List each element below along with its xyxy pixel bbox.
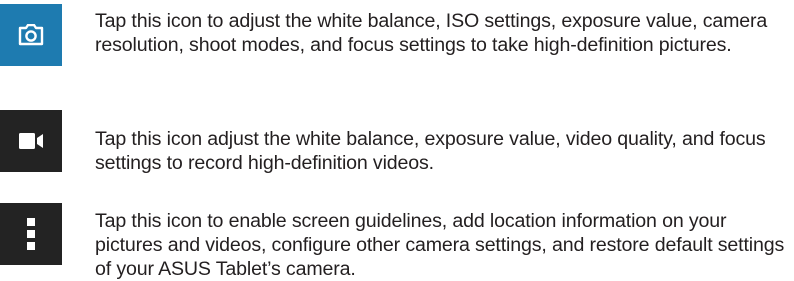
video-settings-description: Tap this icon adjust the white balance, … — [95, 128, 766, 174]
more-settings-description: Tap this icon to enable screen guideline… — [95, 210, 785, 280]
video-settings-icon — [0, 110, 62, 172]
camera-settings-icon — [0, 4, 62, 66]
camera-settings-description: Tap this icon to adjust the white balanc… — [95, 10, 768, 56]
more-settings-icon — [0, 203, 62, 265]
